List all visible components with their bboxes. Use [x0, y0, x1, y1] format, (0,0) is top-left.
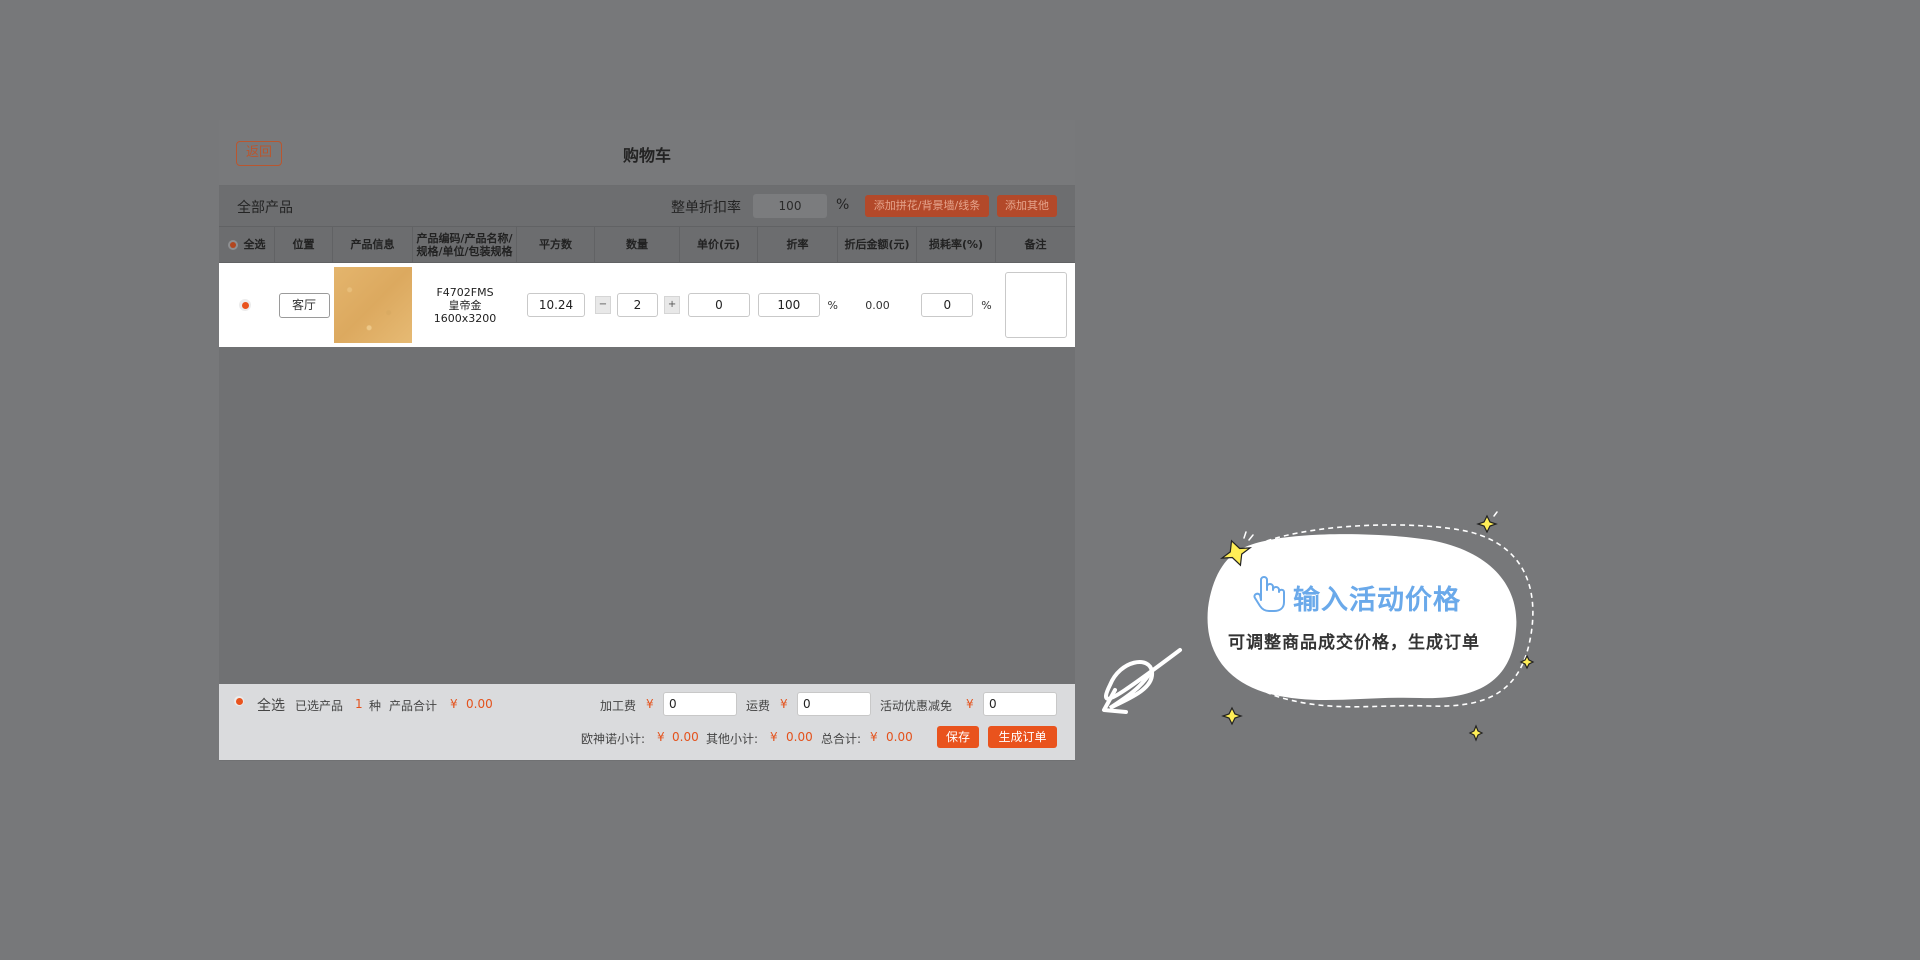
select-all-radio[interactable]	[227, 239, 238, 250]
filter-bar: 全部产品 整单折扣率 100 % 添加拼花/背景墙/线条 添加其他	[219, 186, 1075, 226]
promo-discount-input[interactable]: 0	[983, 692, 1057, 716]
add-other-button[interactable]: 添加其他	[997, 195, 1057, 217]
grand-total-currency: ¥	[870, 730, 878, 744]
top-bar: 返回 购物车	[219, 120, 1075, 186]
product-thumbnail	[334, 267, 412, 343]
loss-rate-unit: %	[981, 298, 992, 312]
footer-bar: 全选 已选产品 1 种 产品合计 ¥ 0.00 加工费 ¥ 0 运费 ¥ 0 活…	[219, 684, 1075, 760]
header-discount: 折率	[758, 227, 838, 262]
order-discount-label: 整单折扣率	[671, 200, 741, 216]
shipping-fee-input[interactable]: 0	[797, 692, 871, 716]
header-remark: 备注	[1024, 238, 1047, 251]
shipping-fee-label: 运费	[746, 699, 771, 713]
discount-input[interactable]: 100	[758, 293, 820, 317]
processing-fee-currency: ¥	[646, 697, 654, 711]
grand-total-label: 总合计:	[821, 732, 862, 746]
product-total-value: 0.00	[466, 697, 493, 711]
remark-textarea[interactable]	[1004, 272, 1067, 338]
discount-unit: %	[827, 298, 838, 312]
selected-count: 1	[355, 697, 363, 711]
create-order-button[interactable]: 生成订单	[988, 726, 1057, 748]
product-info: F4702FMS 皇帝金 1600x3200	[434, 286, 497, 325]
product-name: 皇帝金	[448, 298, 482, 312]
header-area: 平方数	[517, 227, 595, 262]
product-spec: 1600x3200	[433, 311, 497, 325]
arrow-head	[1102, 688, 1128, 714]
quantity-decrement-button[interactable]: −	[595, 296, 611, 314]
add-tile-button[interactable]: 添加拼花/背景墙/线条	[865, 195, 989, 217]
callout-subtitle: 可调整商品成交价格，生成订单	[1228, 633, 1480, 653]
area-input[interactable]: 10.24	[527, 293, 585, 317]
header-amount: 折后金额(元)	[838, 227, 917, 262]
footer-select-all-radio[interactable]	[234, 696, 244, 706]
shopping-cart-window: 返回 购物车 全部产品 整单折扣率 100 % 添加拼花/背景墙/线条 添加其他…	[219, 120, 1075, 761]
sparkle-ray-lines	[1225, 511, 1498, 572]
promo-discount-currency: ¥	[966, 697, 974, 711]
row-select-radio[interactable]	[239, 299, 251, 311]
grand-total-value: 0.00	[886, 730, 913, 744]
shipping-fee-currency: ¥	[780, 697, 788, 711]
footer-select-all-label: 全选	[257, 698, 285, 714]
table-row: 客厅 F4702FMS 皇帝金 1600x3200 10.24 − 2 + 0 …	[219, 263, 1075, 347]
header-select-all-label: 全选	[243, 238, 266, 251]
quantity-increment-button[interactable]: +	[664, 296, 680, 314]
unit-price-input[interactable]: 0	[688, 293, 750, 317]
promo-discount-label: 活动优惠减免	[880, 699, 953, 713]
oushennuo-subtotal-currency: ¥	[657, 730, 665, 744]
header-position: 位置	[275, 227, 333, 262]
order-discount-input[interactable]: 100	[753, 194, 827, 218]
oushennuo-subtotal-value: 0.00	[672, 730, 699, 744]
product-total-currency: ¥	[450, 697, 458, 711]
processing-fee-label: 加工费	[600, 699, 637, 713]
page-title: 购物车	[622, 146, 671, 165]
loss-rate-input[interactable]: 0	[921, 293, 974, 317]
position-button[interactable]: 客厅	[278, 292, 330, 318]
callout-bubble	[1207, 534, 1517, 701]
processing-fee-input[interactable]: 0	[663, 692, 737, 716]
product-code: F4702FMS	[436, 285, 494, 299]
empty-list-area	[219, 347, 1075, 684]
product-total-label: 产品合计	[389, 699, 438, 713]
other-subtotal-currency: ¥	[770, 730, 778, 744]
other-subtotal-value: 0.00	[786, 730, 813, 744]
header-unit-price: 单价(元)	[680, 227, 758, 262]
curly-arrow	[1104, 648, 1182, 710]
header-quantity: 数量	[595, 227, 680, 262]
quantity-input[interactable]: 2	[616, 293, 659, 317]
selected-unit: 种	[369, 699, 382, 713]
other-subtotal-label: 其他小计:	[706, 732, 759, 746]
all-products-label: 全部产品	[237, 200, 293, 216]
callout-title: 输入活动价格	[1293, 585, 1461, 616]
header-product-code: 产品编码/产品名称/规格/单位/包装规格	[413, 227, 517, 262]
save-button[interactable]: 保存	[937, 726, 979, 748]
pointer-hand-icon	[1253, 576, 1285, 612]
selected-products-label: 已选产品	[295, 699, 344, 713]
table-header: 全选 位置 产品信息 产品编码/产品名称/规格/单位/包装规格 平方数 数量 单…	[219, 226, 1075, 263]
header-product-info: 产品信息	[333, 227, 413, 262]
order-discount-unit: %	[836, 197, 850, 213]
header-select-all[interactable]: 全选	[219, 227, 275, 262]
oushennuo-subtotal-label: 欧神诺小计:	[581, 732, 646, 746]
discounted-amount: 0.00	[865, 298, 890, 312]
header-loss-rate: 损耗率(%)	[917, 227, 996, 262]
